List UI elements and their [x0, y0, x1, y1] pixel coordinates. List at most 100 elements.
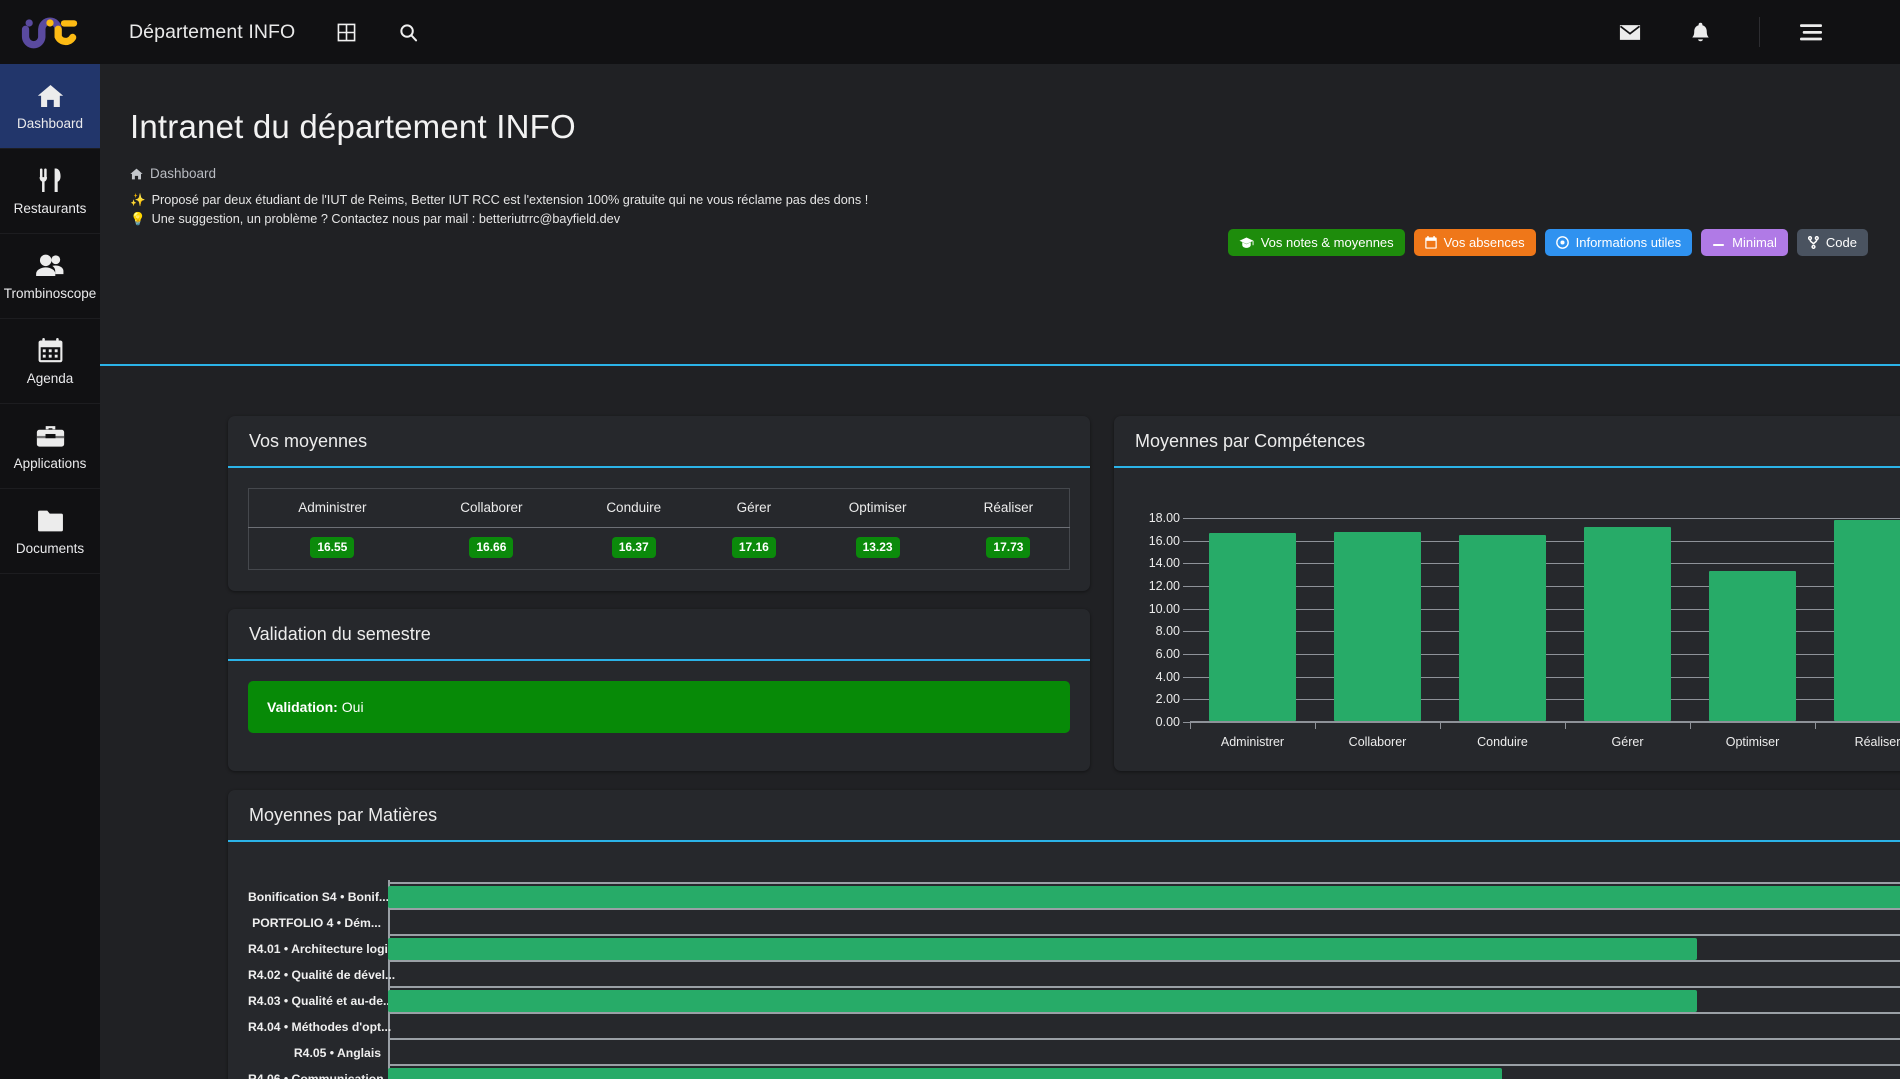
button-label: Vos notes & moyennes [1260, 235, 1394, 250]
grade-badge: 16.55 [310, 537, 355, 558]
gridline [388, 960, 1900, 962]
chart-bar[interactable] [1833, 520, 1900, 721]
x-tick [1690, 722, 1691, 729]
notice-block: ✨ Proposé par deux étudiant de l'IUT de … [100, 181, 1900, 229]
sidebar-item-label: Restaurants [13, 200, 87, 216]
column-header: Administrer [248, 488, 416, 528]
gridline [1190, 518, 1900, 519]
y-axis-tick-label: 16.00 [1148, 533, 1180, 548]
notice-text: Proposé par deux étudiant de l'IUT de Re… [151, 193, 869, 207]
bell-icon[interactable] [1689, 21, 1711, 43]
table-cell: 16.37 [567, 528, 700, 570]
gridline [388, 1064, 1900, 1066]
iut-logo-icon [21, 17, 78, 49]
informations-utiles-button[interactable]: Informations utiles [1544, 229, 1693, 256]
button-label: Code [1825, 235, 1857, 250]
sidebar-item-documents[interactable]: Documents [0, 489, 100, 574]
chart-row: R4.04 • Méthodes d'opt... [248, 1012, 1900, 1040]
category-label: R4.02 • Qualité de dével... [248, 968, 396, 982]
button-label: Informations utiles [1575, 235, 1682, 250]
eye-icon [1555, 236, 1569, 249]
sidebar-item-applications[interactable]: Applications [0, 404, 100, 489]
card-body: 0.00 2.00 4.00 6.00 8.00 10.00 12.00 14.00 16.00… [1114, 468, 1900, 784]
chart-row: R4.03 • Qualité et au-de... [248, 986, 1900, 1014]
matieres-bar-chart: Bonification S4 • Bonif... PORTFOLIO 4 • … [248, 880, 1900, 1079]
gridline [388, 934, 1900, 936]
sparkles-icon: ✨ [130, 193, 146, 207]
search-icon[interactable] [397, 21, 419, 43]
chart-plot-area: Administrer Collaborer Conduire Gérer Optimi… [1183, 518, 1900, 749]
x-tick [1440, 722, 1441, 729]
breadcrumb: Dashboard [130, 166, 1900, 181]
competences-bar-chart: 0.00 2.00 4.00 6.00 8.00 10.00 12.00 14.00 16.00… [1134, 490, 1900, 762]
gridline [388, 882, 1900, 884]
y-tick [1183, 654, 1190, 655]
gridline [388, 908, 1900, 910]
y-tick [1183, 699, 1190, 701]
category-label: R4.01 • Architecture logi... [248, 942, 399, 956]
absences-button[interactable]: Vos absences [1413, 229, 1536, 256]
graduation-cap-icon [1239, 237, 1254, 248]
chart-bar[interactable] [1333, 532, 1422, 721]
chart-bar[interactable] [388, 1068, 1502, 1079]
validation-card: Validation du semestre Validation: Oui [228, 609, 1090, 771]
chart-row: R4.02 • Qualité de dével... [248, 960, 1900, 988]
bar-track [388, 1012, 1900, 1040]
y-tick [1183, 540, 1190, 542]
sidebar-item-trombinoscope[interactable]: Trombinoscope [0, 234, 100, 319]
sidebar-item-dashboard[interactable]: Dashboard [0, 64, 100, 149]
iut-logo[interactable] [0, 0, 100, 64]
gridline [388, 1012, 1900, 1014]
grade-badge: 16.66 [469, 537, 514, 558]
averages-card: Vos moyennes Administrer Collaborer Cond… [228, 416, 1090, 591]
category-label: R4.04 • Méthodes d'opt... [248, 1020, 392, 1034]
category-label: R4.05 • Anglais [293, 1046, 381, 1060]
grid-icon[interactable] [335, 21, 357, 43]
y-tick [1183, 586, 1190, 587]
table-header-row: Administrer Collaborer Conduire Gérer Op… [248, 488, 1070, 528]
grade-badge: 17.16 [731, 537, 776, 558]
chart-bar[interactable] [1458, 535, 1547, 721]
x-tick [1315, 722, 1316, 729]
bar-track [388, 934, 1900, 962]
chart-bar[interactable] [388, 990, 1697, 1012]
y-tick [1183, 722, 1190, 723]
home-icon [130, 168, 143, 180]
sidebar-item-restaurants[interactable]: Restaurants [0, 149, 100, 234]
category-label: Bonification S4 • Bonif... [248, 890, 390, 904]
validation-value: Oui [341, 699, 364, 715]
bar-track [388, 986, 1900, 1014]
chart-bar[interactable] [1583, 526, 1672, 721]
card-header: Moyennes par Compétences [1114, 416, 1900, 468]
chart-bar[interactable] [388, 886, 1900, 908]
x-axis-tick-label: Administrer [1220, 735, 1285, 749]
code-button[interactable]: Code [1796, 229, 1868, 256]
chart-bar[interactable] [388, 938, 1697, 960]
lightbulb-icon: 💡 [130, 212, 146, 226]
sidebar-item-agenda[interactable]: Agenda [0, 319, 100, 404]
column-header: Gérer [700, 488, 808, 528]
minimal-button[interactable]: Minimal [1701, 229, 1788, 256]
column-header: Optimiser [807, 488, 948, 528]
y-axis-tick-label: 10.00 [1148, 601, 1180, 616]
x-axis-tick-label: Optimiser [1725, 735, 1780, 749]
bar-track [388, 960, 1900, 988]
grade-badge: 16.37 [611, 537, 656, 558]
hamburger-icon[interactable] [1800, 21, 1822, 43]
card-header: Vos moyennes [228, 416, 1090, 468]
notes-moyennes-button[interactable]: Vos notes & moyennes [1227, 229, 1405, 256]
card-body: Validation: Oui [228, 661, 1090, 755]
x-tick [1190, 722, 1191, 729]
category-label: PORTFOLIO 4 • Dém... [252, 916, 381, 930]
chart-bar[interactable] [1208, 533, 1297, 721]
chart-bar[interactable] [1708, 571, 1797, 721]
navbar-title: Département INFO [129, 20, 296, 43]
header-accent-rule [100, 364, 1900, 366]
y-axis-tick-label: 4.00 [1155, 669, 1180, 684]
sidebar-item-label: Applications [13, 455, 87, 471]
card-title: Moyennes par Matières [249, 804, 438, 825]
chart-row: R4.06 • Communication... [248, 1064, 1900, 1079]
bar-track [388, 882, 1900, 910]
envelope-icon[interactable] [1619, 21, 1641, 43]
y-axis-tick-label: 0.00 [1155, 715, 1180, 729]
